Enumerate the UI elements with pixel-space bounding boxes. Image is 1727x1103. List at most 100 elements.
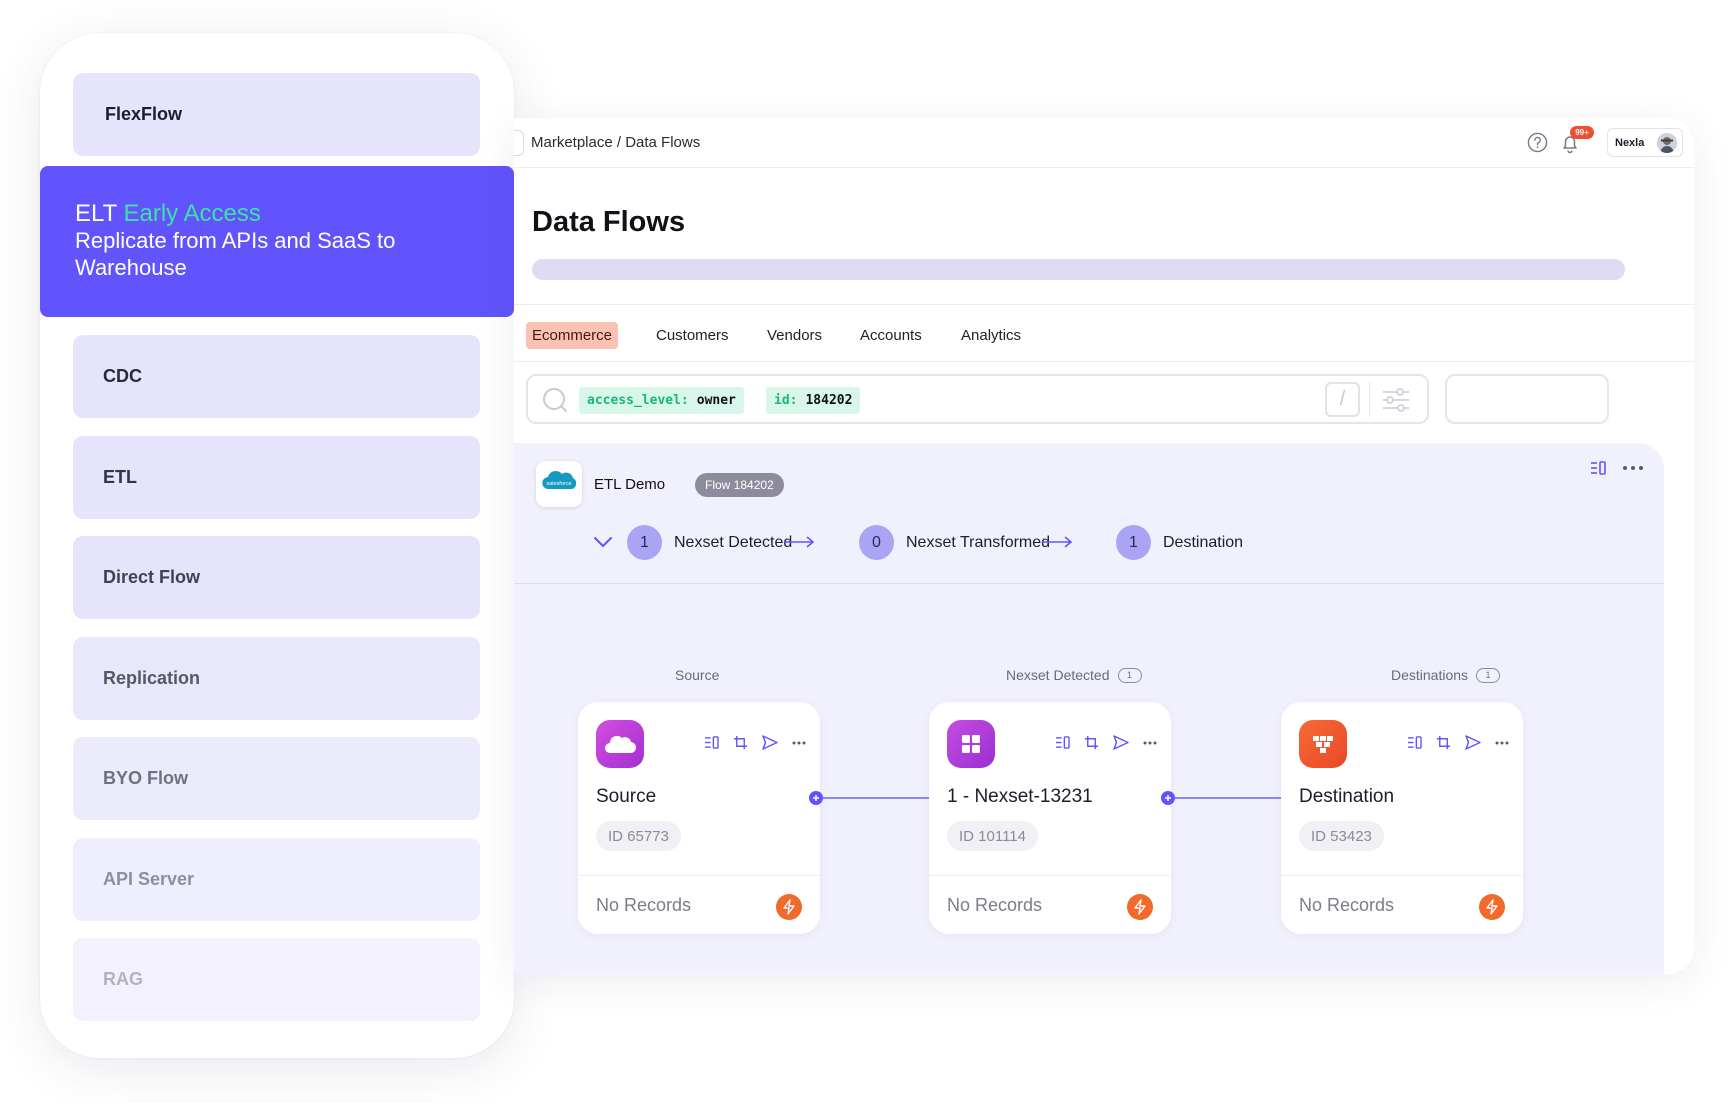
details-icon[interactable]: [1590, 461, 1606, 475]
arrow-right-icon: [784, 536, 815, 548]
send-icon[interactable]: [1465, 735, 1481, 750]
step-label: Destination: [1163, 533, 1244, 551]
sliders-icon[interactable]: [1381, 385, 1411, 415]
divider: [514, 583, 1664, 584]
flow-type-label: API Server: [103, 869, 195, 889]
warehouse-icon: [1299, 720, 1347, 768]
flow-type-elt-card[interactable]: ELT Early Access Replicate from APIs and…: [40, 166, 514, 317]
loading-bar: [532, 259, 1625, 280]
tab-ecommerce[interactable]: Ecommerce: [526, 322, 619, 349]
destination-node[interactable]: Destination ID 53423 No Records: [1281, 702, 1523, 934]
page-title: Data Flows: [532, 206, 686, 238]
filter-chip-access-level[interactable]: access_level: owner: [579, 387, 744, 414]
flow-type-label: RAG: [103, 969, 143, 989]
node-status: No Records: [596, 895, 692, 915]
user-menu[interactable]: Nexla: [1607, 128, 1683, 157]
tab-accounts[interactable]: Accounts: [854, 322, 928, 349]
more-icon[interactable]: [792, 741, 806, 745]
nexset-grid-icon: [947, 720, 995, 768]
summary-step-detected[interactable]: 1 Nexset Detected: [627, 525, 792, 560]
step-label: Nexset Detected: [674, 533, 793, 551]
details-icon[interactable]: [1407, 736, 1422, 749]
breadcrumb[interactable]: Marketplace / Data Flows: [531, 134, 700, 151]
salesforce-logo-text: salesforce: [546, 481, 571, 487]
flow-type-api-server[interactable]: API Server: [73, 838, 480, 921]
node-status: No Records: [1299, 895, 1395, 915]
top-bar: Marketplace / Data Flows 99+ Nexla: [514, 118, 1694, 168]
filter-value: owner: [696, 393, 736, 408]
early-access-label: Early Access: [123, 200, 261, 227]
node-title: Source: [596, 786, 657, 807]
flow-type-replication[interactable]: Replication: [73, 637, 480, 720]
transform-icon[interactable]: [733, 735, 748, 750]
details-icon[interactable]: [1055, 736, 1070, 749]
salesforce-logo: salesforce: [536, 461, 582, 507]
flow-id-badge: Flow 184202: [695, 473, 784, 497]
column-label-nexset: Nexset Detected 1: [1006, 667, 1142, 683]
source-node[interactable]: Source ID 65773 No Records: [578, 702, 820, 934]
tab-vendors[interactable]: Vendors: [761, 322, 828, 349]
arrow-right-icon: [1042, 536, 1073, 548]
flow-type-etl[interactable]: ETL: [73, 436, 480, 519]
flow-type-byo-flow[interactable]: BYO Flow: [73, 737, 480, 820]
node-actions: [1055, 735, 1157, 750]
elt-label: ELT: [75, 200, 117, 227]
divider: [929, 875, 1171, 876]
send-icon[interactable]: [1113, 735, 1129, 750]
nexset-node[interactable]: 1 - Nexset-13231 ID 101114 No Records: [929, 702, 1171, 934]
tab-analytics[interactable]: Analytics: [955, 322, 1027, 349]
details-icon[interactable]: [704, 736, 719, 749]
column-label: Source: [675, 667, 720, 683]
node-title: 1 - Nexset-13231: [947, 786, 1093, 807]
salesforce-cloud-icon: [596, 720, 644, 768]
filter-key: id:: [774, 393, 798, 408]
user-name: Nexla: [1615, 136, 1645, 149]
divider: [514, 304, 1694, 305]
notification-badge: 99+: [1570, 126, 1594, 139]
flow-type-label: Replication: [103, 668, 201, 688]
transform-icon[interactable]: [1436, 735, 1451, 750]
node-actions: [704, 735, 806, 750]
shortcut-key: /: [1325, 382, 1360, 417]
flow-type-cdc[interactable]: CDC: [73, 335, 480, 418]
flow-type-rag[interactable]: RAG: [73, 938, 480, 1021]
send-icon[interactable]: [762, 735, 778, 750]
flow-type-label: ETL: [103, 467, 137, 487]
bolt-icon[interactable]: [1479, 894, 1505, 920]
more-icon[interactable]: [1622, 465, 1644, 471]
count-pill: 1: [1117, 667, 1142, 683]
flow-type-label: FlexFlow: [105, 104, 183, 124]
summary-step-destination[interactable]: 1 Destination: [1116, 525, 1243, 560]
secondary-filter-input[interactable]: [1445, 374, 1609, 424]
bolt-icon[interactable]: [776, 894, 802, 920]
flow-type-label: BYO Flow: [103, 768, 188, 788]
count-pill: 1: [1476, 667, 1501, 683]
flow-name[interactable]: ETL Demo: [594, 476, 665, 493]
chevron-down-icon[interactable]: [593, 536, 613, 548]
transform-icon[interactable]: [1084, 735, 1099, 750]
column-label-source: Source: [675, 667, 719, 683]
divider: [578, 875, 820, 876]
search-icon: [543, 388, 567, 412]
divider: [1369, 382, 1370, 417]
sidebar-toggle[interactable]: [514, 130, 524, 156]
flow-type-direct-flow[interactable]: Direct Flow: [73, 536, 480, 619]
step-count: 0: [859, 525, 894, 560]
search-input[interactable]: access_level: owner id: 184202 /: [526, 374, 1429, 424]
help-icon[interactable]: [1527, 132, 1548, 153]
tab-customers[interactable]: Customers: [650, 322, 735, 349]
flow-card: salesforce ETL Demo Flow 184202 1 Nexset…: [514, 443, 1664, 974]
summary-step-transformed[interactable]: 0 Nexset Transformed: [859, 525, 1050, 560]
flow-actions: [1590, 461, 1644, 475]
column-label-destinations: Destinations 1: [1391, 667, 1501, 683]
more-icon[interactable]: [1495, 741, 1509, 745]
node-title: Destination: [1299, 786, 1395, 807]
filter-chip-id[interactable]: id: 184202: [766, 387, 861, 414]
flow-type-flexflow[interactable]: FlexFlow: [73, 73, 480, 156]
node-status: No Records: [947, 895, 1043, 915]
connector-arrow: [809, 789, 946, 807]
divider: [1281, 875, 1523, 876]
more-icon[interactable]: [1143, 741, 1157, 745]
bolt-icon[interactable]: [1127, 894, 1153, 920]
filter-key: access_level:: [587, 393, 689, 408]
